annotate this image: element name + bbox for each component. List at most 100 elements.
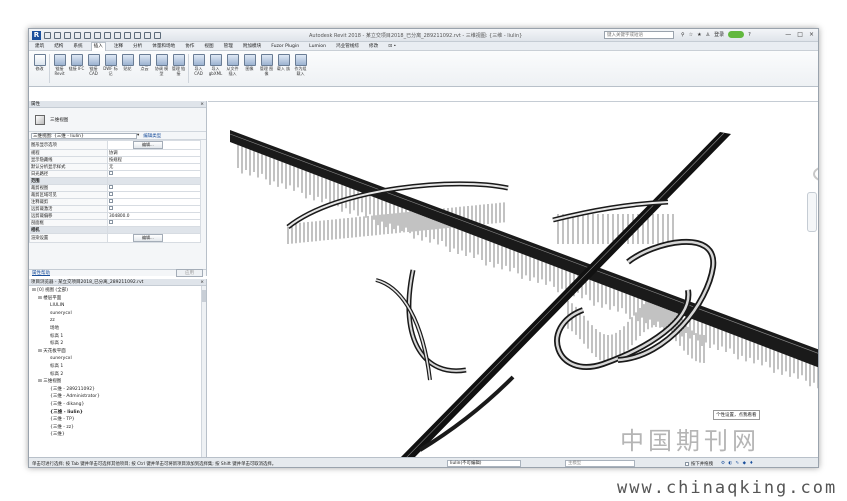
measure-icon[interactable] <box>104 31 111 39</box>
3d-viewport[interactable] <box>208 101 818 458</box>
binoculars-icon[interactable]: ⚲ <box>681 32 685 38</box>
workset-selector[interactable]: liulin(不可编辑) <box>447 460 521 467</box>
browser-tree-item[interactable]: {三维 - TP} <box>29 416 206 424</box>
search-input[interactable]: 键入关键字或短语 <box>604 31 674 39</box>
browser-tree-item[interactable]: LIULIN <box>29 302 206 310</box>
browser-tree-item[interactable]: {三维 - dikang} <box>29 401 206 409</box>
property-checkbox[interactable] <box>109 185 113 190</box>
import-cad-button[interactable]: 导入 CAD <box>190 51 207 86</box>
minimize-button[interactable]: — <box>785 31 791 38</box>
browser-tree-item[interactable]: {三维} <box>29 431 206 439</box>
property-checkbox[interactable] <box>109 220 113 225</box>
tab-addins[interactable]: 附加模块 <box>241 43 263 49</box>
close-icon[interactable]: × <box>200 279 204 286</box>
browser-tree-item[interactable]: ⊟ 三维视图 <box>29 378 206 386</box>
tab-structure[interactable]: 结构 <box>52 43 65 49</box>
browser-tree-item[interactable]: 场地 <box>29 325 206 333</box>
property-checkbox[interactable] <box>109 171 113 176</box>
property-edit-button[interactable]: 编辑... <box>133 141 163 149</box>
design-option-selector[interactable]: 主模型 <box>565 460 635 467</box>
browser-scrollbar[interactable] <box>201 286 206 457</box>
tab-panel-toggle[interactable]: ⊡ • <box>386 44 398 49</box>
press-drag-checkbox[interactable] <box>685 461 689 466</box>
property-value[interactable] <box>107 219 201 227</box>
import-gbxml-button[interactable]: 导入 gbXML <box>207 51 224 86</box>
property-checkbox[interactable] <box>109 199 113 204</box>
browser-tree-item[interactable]: 标高 1 <box>29 333 206 341</box>
browser-tree-item[interactable]: sunerycxl <box>29 355 206 363</box>
revit-logo-icon[interactable]: R <box>32 30 41 40</box>
3d-view-icon[interactable] <box>124 31 131 39</box>
navigation-bar[interactable] <box>807 192 817 232</box>
browser-tree-item[interactable]: 标高 1 <box>29 363 206 371</box>
load-family-button[interactable]: 载入 族 <box>275 51 292 86</box>
tab-architecture[interactable]: 建筑 <box>33 43 46 49</box>
edit-type-button[interactable]: 编辑类型 <box>143 133 161 139</box>
property-value[interactable] <box>107 170 201 178</box>
exchange-apps-icon[interactable] <box>728 31 745 38</box>
property-checkbox[interactable] <box>109 192 113 197</box>
property-value[interactable]: 编辑... <box>107 233 201 243</box>
tab-lumion[interactable]: Lumion <box>307 44 328 49</box>
property-value[interactable] <box>107 198 201 206</box>
maximize-button[interactable]: □ <box>797 31 803 38</box>
communication-icon[interactable]: ☆ <box>689 32 693 38</box>
tab-systems[interactable]: 系统 <box>71 43 84 49</box>
browser-tree-item[interactable]: {三维 - Administrator} <box>29 393 206 401</box>
tab-insert[interactable]: 插入 <box>90 41 106 51</box>
load-as-group-button[interactable]: 作为组 载入 <box>292 51 309 86</box>
decal-button[interactable]: 贴花 <box>119 51 136 86</box>
link-revit-button[interactable]: 链接 Revit <box>51 51 68 86</box>
browser-tree-item[interactable]: 标高 2 <box>29 340 206 348</box>
coordination-model-button[interactable]: 协调 模型 <box>153 51 170 86</box>
property-checkbox[interactable] <box>109 206 113 211</box>
help-icon[interactable]: ? <box>748 32 751 38</box>
browser-tree-item[interactable]: zz <box>29 317 206 325</box>
property-value[interactable] <box>107 191 201 199</box>
image-button[interactable]: 图像 <box>241 51 258 86</box>
browser-tree-item[interactable]: {三维 - zz} <box>29 424 206 432</box>
tab-analyze[interactable]: 分析 <box>131 43 144 49</box>
type-selector[interactable]: 三维视图 <box>29 108 206 132</box>
property-value[interactable]: 编辑... <box>107 140 201 150</box>
user-icon[interactable]: ♙ <box>706 32 710 38</box>
dwf-markup-button[interactable]: DWF 标记 <box>102 51 119 86</box>
redo-icon[interactable] <box>84 31 91 39</box>
apply-button[interactable]: 应用 <box>176 269 203 277</box>
section-icon[interactable] <box>134 31 141 39</box>
sign-in-link[interactable]: 登录 <box>714 31 724 38</box>
browser-tree-item[interactable]: 标高 2 <box>29 371 206 379</box>
open-icon[interactable] <box>44 31 51 39</box>
browser-tree-item[interactable]: sunerycxl <box>29 310 206 318</box>
browser-tree-item[interactable]: ⊟ 天花板平面 <box>29 348 206 356</box>
browser-tree-item[interactable]: ⊟ [0] 视图 (全部) <box>29 287 206 295</box>
property-value[interactable]: 按规程 <box>107 156 201 164</box>
tab-fuzor[interactable]: Fuzor Plugin <box>269 44 301 49</box>
tab-view[interactable]: 视图 <box>202 43 215 49</box>
tab-massing-site[interactable]: 体量和场地 <box>150 43 177 49</box>
browser-tree-item[interactable]: {三维 - 289211092} <box>29 386 206 394</box>
chevron-down-icon[interactable]: ▾ <box>137 133 139 138</box>
modify-button[interactable]: 修改 <box>31 51 48 86</box>
close-icon[interactable]: × <box>200 101 204 108</box>
tab-manage[interactable]: 管理 <box>222 43 235 49</box>
property-value[interactable]: 协调 <box>107 149 201 157</box>
browser-tree-item[interactable]: {三维 - liulin} <box>29 409 206 417</box>
property-value[interactable] <box>107 205 201 213</box>
link-cad-button[interactable]: 链接 CAD <box>85 51 102 86</box>
instance-selector[interactable]: 三维视图: {三维 - liulin} <box>31 132 137 139</box>
browser-tree-item[interactable]: ⊟ 楼层平面 <box>29 295 206 303</box>
switch-windows-icon[interactable] <box>154 31 161 39</box>
star-icon[interactable]: ★ <box>697 32 701 38</box>
point-cloud-button[interactable]: 点云 <box>136 51 153 86</box>
sync-icon[interactable] <box>64 31 71 39</box>
insert-from-file-button[interactable]: 从文件 插入 <box>224 51 241 86</box>
properties-help-link[interactable]: 属性帮助 <box>32 270 50 276</box>
manage-links-button[interactable]: 管理 链接 <box>170 51 187 86</box>
thin-lines-icon[interactable] <box>144 31 151 39</box>
save-icon[interactable] <box>54 31 61 39</box>
link-ifc-button[interactable]: 链接 IFC <box>68 51 85 86</box>
tab-modify[interactable]: 修改 <box>367 43 380 49</box>
property-value[interactable]: 无 <box>107 163 201 171</box>
tab-hongye[interactable]: 鸿业管线综 <box>334 43 361 49</box>
